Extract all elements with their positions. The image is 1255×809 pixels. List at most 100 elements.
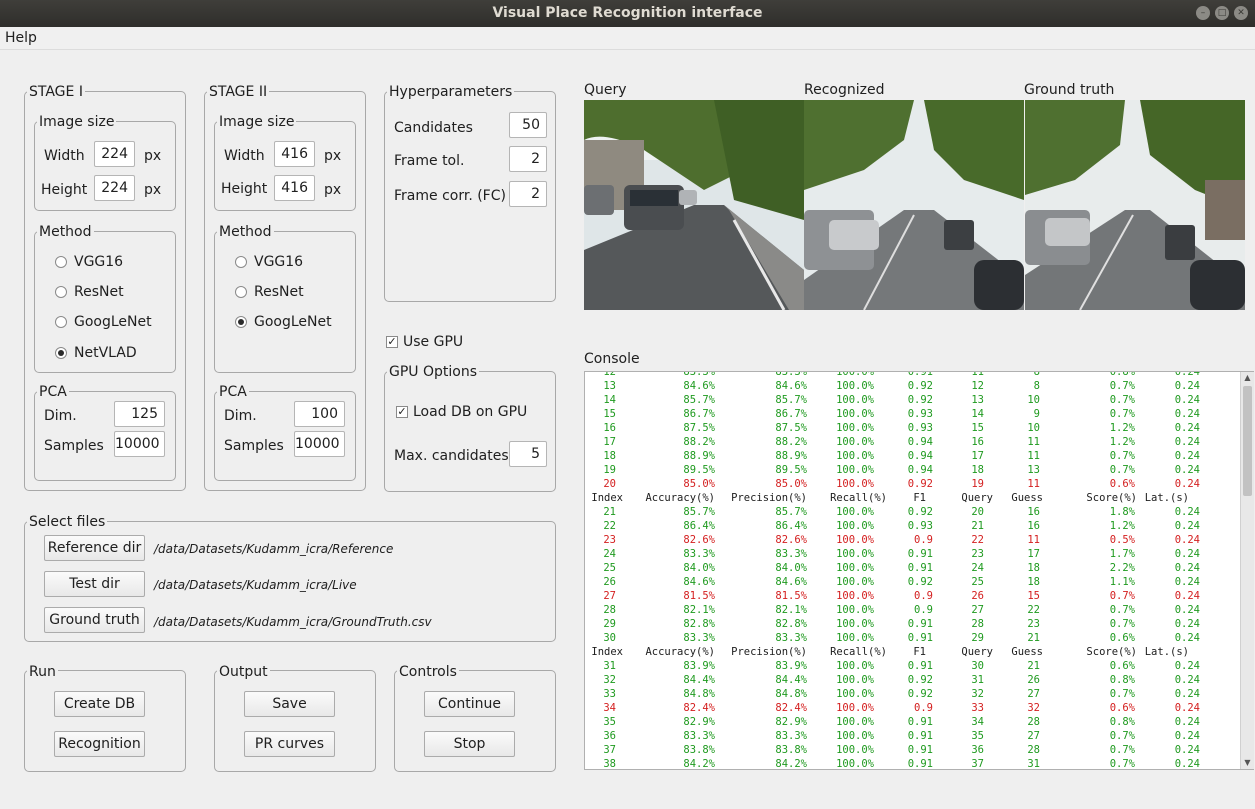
stage1-height-input[interactable]: 224 xyxy=(94,175,135,201)
console-cell: 83.9% xyxy=(775,660,807,672)
console-header-cell: Recall(%) xyxy=(830,646,887,658)
recognition-button[interactable]: Recognition xyxy=(54,731,145,757)
console-cell: 0.24 xyxy=(1174,380,1200,392)
stage1-option-netvlad[interactable]: NetVLAD xyxy=(74,344,137,362)
stop-button[interactable]: Stop xyxy=(424,731,515,757)
continue-button[interactable]: Continue xyxy=(424,691,515,717)
max-candidates-input[interactable]: 5 xyxy=(509,441,547,467)
stage2-dim-input[interactable]: 100 xyxy=(294,401,345,427)
frame-corr-input[interactable]: 2 xyxy=(509,181,547,207)
use-gpu-checkbox[interactable]: ✓ xyxy=(386,336,398,348)
maximize-icon[interactable]: □ xyxy=(1215,6,1229,20)
console-cell: 19 xyxy=(603,464,616,476)
console-cell: 100.0% xyxy=(836,408,874,420)
stage2-dim-label: Dim. xyxy=(224,408,257,424)
ground-truth-button[interactable]: Ground truth xyxy=(44,607,145,633)
console-row: 34 82.4% 82.4% 100.0% 0.9 33 32 0.6% 0.24 xyxy=(585,701,1240,715)
stage1-option-resnet[interactable]: ResNet xyxy=(74,283,124,301)
stage1-dim-input[interactable]: 125 xyxy=(114,401,165,427)
console-cell: 84.0% xyxy=(683,562,715,574)
close-icon[interactable]: ✕ xyxy=(1234,6,1248,20)
stage2-radio-vgg16[interactable] xyxy=(235,256,247,268)
console-cell: 0.24 xyxy=(1174,660,1200,672)
stage2-option-googlenet[interactable]: GoogLeNet xyxy=(254,313,332,331)
console-cell: 100.0% xyxy=(836,744,874,756)
console-cell: 16 xyxy=(971,436,984,448)
menu-help[interactable]: Help xyxy=(5,30,37,46)
stage2-option-vgg16[interactable]: VGG16 xyxy=(254,253,303,271)
console-scrollbar[interactable]: ▲ ▼ xyxy=(1240,372,1254,769)
load-db-label[interactable]: Load DB on GPU xyxy=(413,403,527,421)
console-cell: 0.6% xyxy=(1109,702,1135,714)
stage2-width-label: Width xyxy=(224,148,265,164)
use-gpu-label[interactable]: Use GPU xyxy=(403,333,463,351)
console-cell: 28 xyxy=(1027,716,1040,728)
ground-truth-path: /data/Datasets/Kudamm_icra/GroundTruth.c… xyxy=(154,615,432,629)
minimize-icon[interactable]: – xyxy=(1196,6,1210,20)
console-row: 18 88.9% 88.9% 100.0% 0.94 17 11 0.7% 0.24 xyxy=(585,449,1240,463)
stage2-radio-resnet[interactable] xyxy=(235,286,247,298)
save-button[interactable]: Save xyxy=(244,691,335,717)
console-cell: 0.7% xyxy=(1109,618,1135,630)
console-cell: 84.6% xyxy=(683,576,715,588)
console-cell: 100.0% xyxy=(836,548,874,560)
console-cell: 0.9 xyxy=(914,534,933,546)
stage2-option-resnet[interactable]: ResNet xyxy=(254,283,304,301)
stage2-width-unit: px xyxy=(324,148,342,164)
console-cell: 14 xyxy=(603,394,616,406)
candidates-input[interactable]: 50 xyxy=(509,112,547,138)
reference-dir-button[interactable]: Reference dir xyxy=(44,535,145,561)
stage2-samples-input[interactable]: 10000 xyxy=(294,431,345,457)
stage1-option-vgg16[interactable]: VGG16 xyxy=(74,253,123,271)
console-cell: 37 xyxy=(971,758,984,770)
scroll-thumb[interactable] xyxy=(1243,386,1252,496)
console-cell: 0.6% xyxy=(1109,478,1135,490)
stage1-radio-resnet[interactable] xyxy=(55,286,67,298)
console-cell: 0.24 xyxy=(1174,478,1200,490)
menu-bar: Help xyxy=(0,27,1255,50)
stage1-option-googlenet[interactable]: GoogLeNet xyxy=(74,313,152,331)
stage2-width-input[interactable]: 416 xyxy=(274,141,315,167)
console-output[interactable]: 12 83.3% 83.3% 100.0% 0.91 11 8 0.8% 0.24 13 84.6%… xyxy=(584,371,1254,770)
console-cell: 0.7% xyxy=(1109,688,1135,700)
scroll-up-icon[interactable]: ▲ xyxy=(1241,372,1254,384)
frame-tol-input[interactable]: 2 xyxy=(509,146,547,172)
stage1-samples-input[interactable]: 10000 xyxy=(114,431,165,457)
console-row: 23 82.6% 82.6% 100.0% 0.9 22 11 0.5% 0.24 xyxy=(585,533,1240,547)
test-dir-button[interactable]: Test dir xyxy=(44,571,145,597)
load-db-checkbox[interactable]: ✓ xyxy=(396,406,408,418)
console-cell: 11 xyxy=(1027,534,1040,546)
console-cell: 82.1% xyxy=(683,604,715,616)
console-cell: 100.0% xyxy=(836,632,874,644)
create-db-button[interactable]: Create DB xyxy=(54,691,145,717)
console-cell: 0.94 xyxy=(907,464,933,476)
window-title: Visual Place Recognition interface xyxy=(492,5,763,21)
console-cell: 88.9% xyxy=(775,450,807,462)
stage2-radio-googlenet[interactable] xyxy=(235,316,247,328)
console-cell: 0.91 xyxy=(907,730,933,742)
console-header-cell: Accuracy(%) xyxy=(645,646,715,658)
console-cell: 0.9 xyxy=(914,604,933,616)
scroll-down-icon[interactable]: ▼ xyxy=(1241,757,1254,769)
console-cell: 0.24 xyxy=(1174,730,1200,742)
console-cell: 83.3% xyxy=(683,548,715,560)
console-cell: 100.0% xyxy=(836,380,874,392)
console-row: 37 83.8% 83.8% 100.0% 0.91 36 28 0.7% 0.24 xyxy=(585,743,1240,757)
console-cell: 84.6% xyxy=(775,576,807,588)
console-cell: 85.7% xyxy=(775,394,807,406)
pr-curves-button[interactable]: PR curves xyxy=(244,731,335,757)
console-cell: 100.0% xyxy=(836,520,874,532)
console-cell: 0.6% xyxy=(1109,660,1135,672)
stage2-height-input[interactable]: 416 xyxy=(274,175,315,201)
console-cell: 86.7% xyxy=(775,408,807,420)
stage1-radio-netvlad[interactable] xyxy=(55,347,67,359)
console-cell: 22 xyxy=(971,534,984,546)
console-cell: 83.3% xyxy=(775,632,807,644)
stage1-method-title: Method xyxy=(37,224,94,240)
console-cell: 0.7% xyxy=(1109,744,1135,756)
stage1-radio-googlenet[interactable] xyxy=(55,316,67,328)
stage1-radio-vgg16[interactable] xyxy=(55,256,67,268)
stage1-width-input[interactable]: 224 xyxy=(94,141,135,167)
console-cell: 15 xyxy=(1027,590,1040,602)
query-label: Query xyxy=(584,82,627,98)
